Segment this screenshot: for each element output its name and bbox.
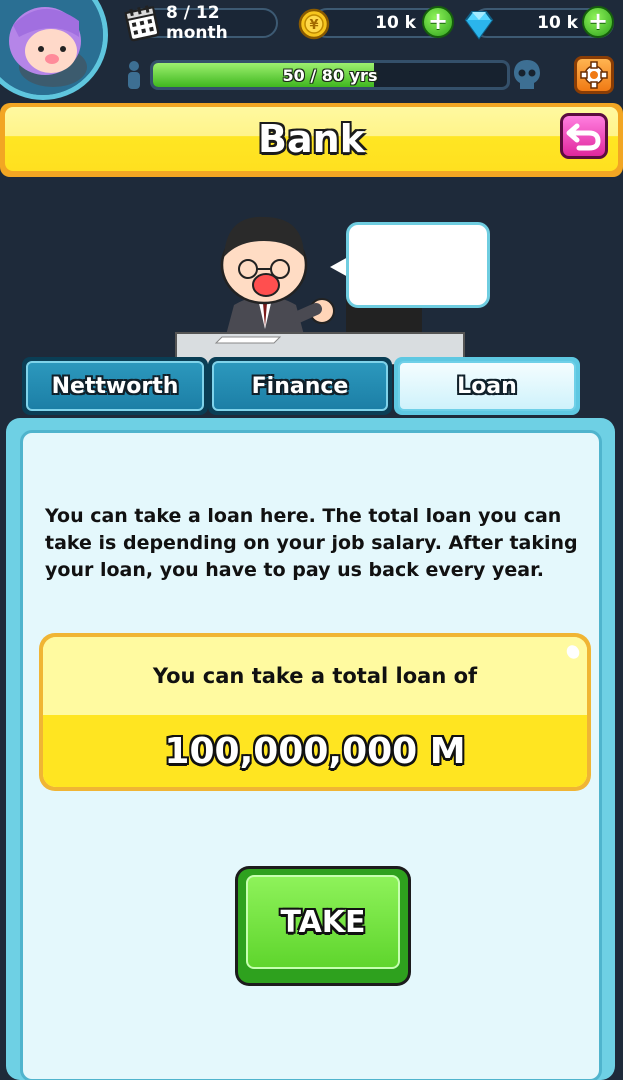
hud-top-row: 8 / 12 month 10 k ¥ + 10 k + [0,3,623,43]
loan-panel-content: You can take a loan here. The total loan… [20,430,602,1080]
title-bar-inner: Bank [5,107,618,171]
gear-icon [580,61,608,89]
bank-tabs: Nettworth Finance Loan [22,357,582,417]
skull-icon [514,60,540,89]
total-loan-box: You can take a total loan of 100,000,000… [39,633,591,791]
settings-button[interactable] [574,56,614,94]
svg-text:¥: ¥ [309,18,318,33]
banker-scene [170,205,500,365]
person-icon [128,61,140,89]
tab-finance-label: Finance [212,361,388,411]
take-button-body: TAKE [238,869,408,983]
age-text: 50 / 80 yrs [282,65,378,85]
add-coins-button[interactable]: + [422,6,454,38]
back-arrow-icon [566,123,601,151]
take-button-label: TAKE [246,875,400,969]
title-bar: Bank [0,103,623,177]
coin-icon: ¥ [298,8,330,40]
gem-amount: 10 k [537,13,578,33]
hud-age-row: 50 / 80 yrs [0,56,623,96]
tab-loan-label: Loan [398,361,576,411]
gem-icon [464,11,494,40]
tab-nettworth[interactable]: Nettworth [22,357,208,415]
total-loan-amount: 100,000,000 M [43,715,587,787]
month-text: 8 / 12 month [166,3,228,43]
loan-panel: You can take a loan here. The total loan… [6,418,615,1080]
loan-description: You can take a loan here. The total loan… [45,505,578,581]
tab-loan[interactable]: Loan [394,357,580,415]
page-title: Bank [258,117,365,161]
total-loan-box-inner: You can take a total loan of 100,000,000… [43,637,587,787]
take-loan-button[interactable]: TAKE [235,866,411,986]
speech-bubble [346,222,490,308]
back-button[interactable] [560,113,608,159]
coin-amount: 10 k [375,13,416,33]
age-progress-bar: 50 / 80 yrs [150,60,510,90]
tab-nettworth-label: Nettworth [26,361,204,411]
tab-finance[interactable]: Finance [208,357,392,415]
calendar-icon [124,5,160,42]
add-gems-button[interactable]: + [582,6,614,38]
total-loan-label: You can take a total loan of [43,637,587,715]
